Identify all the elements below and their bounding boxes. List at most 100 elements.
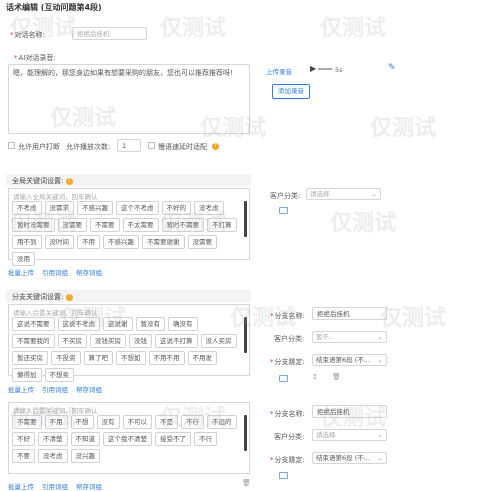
keyword-tag[interactable]: 不想卖 [44, 368, 74, 382]
branch1-keyword-box[interactable]: 请输入后置关键词，回车确认 这说不需要 这说不考虑 这说谢 暂没有 确没有不需要我的 不买… [8, 304, 250, 382]
keyword-tag[interactable]: 不可以 [122, 415, 152, 429]
scrollbar[interactable] [244, 415, 247, 451]
global-links: 批量上传 引用词组 帮存词组 [8, 267, 110, 277]
keyword-tag[interactable]: 接受不了 [155, 432, 191, 446]
link-2[interactable]: 帮存词组 [76, 386, 102, 394]
keyword-tag[interactable]: 不需要 [90, 218, 120, 232]
keyword-tag[interactable]: 确没有 [168, 317, 198, 331]
keyword-tag[interactable]: 不用不用 [148, 351, 185, 365]
keyword-tag[interactable]: 没有 [96, 415, 120, 429]
keyword-tag[interactable]: 暂时不需要 [161, 218, 204, 232]
branch1-keyword-input[interactable]: 请输入后置关键词，回车确认 [13, 307, 98, 317]
keyword-tag[interactable]: 不清楚 [38, 432, 68, 446]
link-1[interactable]: 引用词组 [42, 483, 68, 491]
keyword-tag[interactable]: 这说不打算 [155, 334, 198, 348]
branch2-name-input[interactable]: 拒绝后挂机 [312, 405, 387, 418]
keyword-tag[interactable]: 不买房 [57, 334, 87, 348]
keyword-tag[interactable]: 懒得加 [12, 368, 42, 382]
branch1-jump-select[interactable]: 结束语第6段 (不... ⌄ [312, 354, 387, 366]
link-0[interactable]: 批量上传 [8, 386, 34, 394]
replay-count-input[interactable]: 1 [117, 139, 141, 152]
keyword-tag[interactable]: 不打算 [207, 218, 237, 232]
scrollbar[interactable] [244, 201, 247, 237]
branch2-keyword-box[interactable]: 请输入后置关键词，回车确认 不需要 不用 不想 没有 不可以 不是 不行 不远的 不好 不清楚 不知… [8, 402, 250, 474]
keyword-tag[interactable]: 暂没有 [135, 317, 165, 331]
keyword-tag[interactable]: 不考虑 [12, 201, 42, 215]
keyword-tag[interactable]: 不用发 [187, 351, 217, 365]
keyword-tag[interactable]: 不用 [77, 235, 100, 249]
link-1[interactable]: 引用词组 [42, 386, 68, 394]
play-icon[interactable]: ▶ [310, 64, 316, 73]
scrollbar[interactable] [244, 317, 247, 353]
keyword-tag[interactable]: 这个我不清楚 [103, 432, 152, 446]
keyword-tag[interactable]: 不想如 [116, 351, 146, 365]
keyword-tag[interactable]: 没考虑 [194, 201, 224, 215]
arrow-icon[interactable]: ↥ [312, 373, 318, 381]
keyword-tag[interactable]: 不需要谢谢 [142, 235, 185, 249]
keyword-tag[interactable]: 暂时没需要 [12, 218, 55, 232]
keyword-tag[interactable]: 没需求 [44, 201, 74, 215]
keyword-tag[interactable]: 没用 [12, 252, 35, 266]
customer-class-select[interactable]: 请选择 ⌄ [306, 188, 381, 200]
add-recording-button[interactable]: 添加录音 [272, 84, 310, 99]
name-input[interactable]: 拒绝后挂机 [72, 27, 147, 40]
global-help-icon[interactable]: ! [66, 176, 73, 185]
link-2[interactable]: 帮存词组 [76, 269, 102, 277]
upload-recording-link[interactable]: 上传录音 [266, 66, 292, 76]
branch2-keyword-input[interactable]: 请输入后置关键词，回车确认 [13, 405, 98, 415]
keyword-tag[interactable]: 不需要 [12, 415, 42, 429]
keyword-tag[interactable]: 没兴趣 [70, 449, 100, 463]
keyword-tag[interactable]: 暂还买房 [12, 351, 48, 365]
edit-icon[interactable]: ✎ [388, 63, 396, 73]
keyword-tag[interactable]: 不要 [12, 449, 35, 463]
progress-bar[interactable] [318, 68, 332, 70]
delay-checkbox[interactable] [148, 141, 155, 149]
keyword-tag[interactable]: 没考虑 [38, 449, 68, 463]
keyword-tag[interactable]: 不投资 [51, 351, 81, 365]
global-keyword-box[interactable]: 请输入全局关键词，回车确认 不考虑 没需求 不感兴趣 这个不考虑 不好的 没考虑 暂时没需要… [8, 188, 250, 266]
keyword-tag[interactable]: 这说不考虑 [57, 317, 100, 331]
branch1-name-input[interactable]: 拒绝后挂机 [312, 307, 387, 320]
keyword-tag[interactable]: 不行 [194, 432, 217, 446]
mail-icon[interactable] [279, 207, 288, 216]
branch1-class-select[interactable]: 暂不... ⌄ [312, 331, 387, 343]
keyword-tag[interactable]: 不远的 [207, 415, 237, 429]
keyword-tag[interactable]: 这说谢 [103, 317, 133, 331]
trash-icon[interactable]: 🗑 [242, 479, 251, 487]
keyword-tag[interactable]: 这说不需要 [12, 317, 55, 331]
keyword-tag[interactable]: 不需要我的 [12, 334, 55, 348]
ai-text-area[interactable]: 嗯，能理解的，那您身边如果有想要采购的朋友，您也可以推荐推荐呀! [8, 64, 250, 134]
keyword-tag[interactable]: 算了吧 [83, 351, 113, 365]
keyword-tag[interactable]: 不好 [12, 432, 35, 446]
link-2[interactable]: 帮存词组 [76, 483, 102, 491]
global-keyword-input[interactable]: 请输入全局关键词，回车确认 [13, 191, 98, 201]
keyword-tag[interactable]: 不知道 [70, 432, 100, 446]
link-0[interactable]: 批量上传 [8, 483, 34, 491]
keyword-tag[interactable]: 不太需要 [122, 218, 159, 232]
branch2-class-select[interactable]: 请选择 ⌄ [312, 429, 387, 441]
keyword-tag[interactable]: 没钱买房 [90, 334, 126, 348]
keyword-tag[interactable]: 这个不考虑 [116, 201, 159, 215]
trash-icon[interactable]: 🗑 [332, 373, 341, 381]
keyword-tag[interactable]: 不行 [181, 415, 204, 429]
keyword-tag[interactable]: 不想 [70, 415, 94, 429]
allow-interrupt-checkbox[interactable] [8, 141, 15, 149]
mail-icon[interactable] [279, 472, 288, 481]
keyword-tag[interactable]: 不感兴趣 [77, 201, 113, 215]
keyword-tag[interactable]: 不用 [44, 415, 68, 429]
keyword-tag[interactable]: 没钱 [129, 334, 152, 348]
link-1[interactable]: 引用词组 [42, 269, 68, 277]
branch2-jump-select[interactable]: 结束语第6段 (不... ⌄ [312, 452, 387, 464]
link-0[interactable]: 批量上传 [8, 269, 34, 277]
keyword-tag[interactable]: 没人买房 [200, 334, 237, 348]
branch-help-icon[interactable]: ! [66, 292, 73, 301]
keyword-tag[interactable]: 不是 [155, 415, 178, 429]
keyword-tag[interactable]: 用不到 [12, 235, 42, 249]
help-icon[interactable]: ? [212, 141, 219, 150]
keyword-tag[interactable]: 没时间 [44, 235, 74, 249]
mail-icon[interactable] [279, 375, 288, 384]
keyword-tag[interactable]: 不感兴趣 [103, 235, 139, 249]
keyword-tag[interactable]: 不好的 [161, 201, 191, 215]
keyword-tag[interactable]: 没需要 [187, 235, 217, 249]
keyword-tag[interactable]: 没需要 [57, 218, 87, 232]
